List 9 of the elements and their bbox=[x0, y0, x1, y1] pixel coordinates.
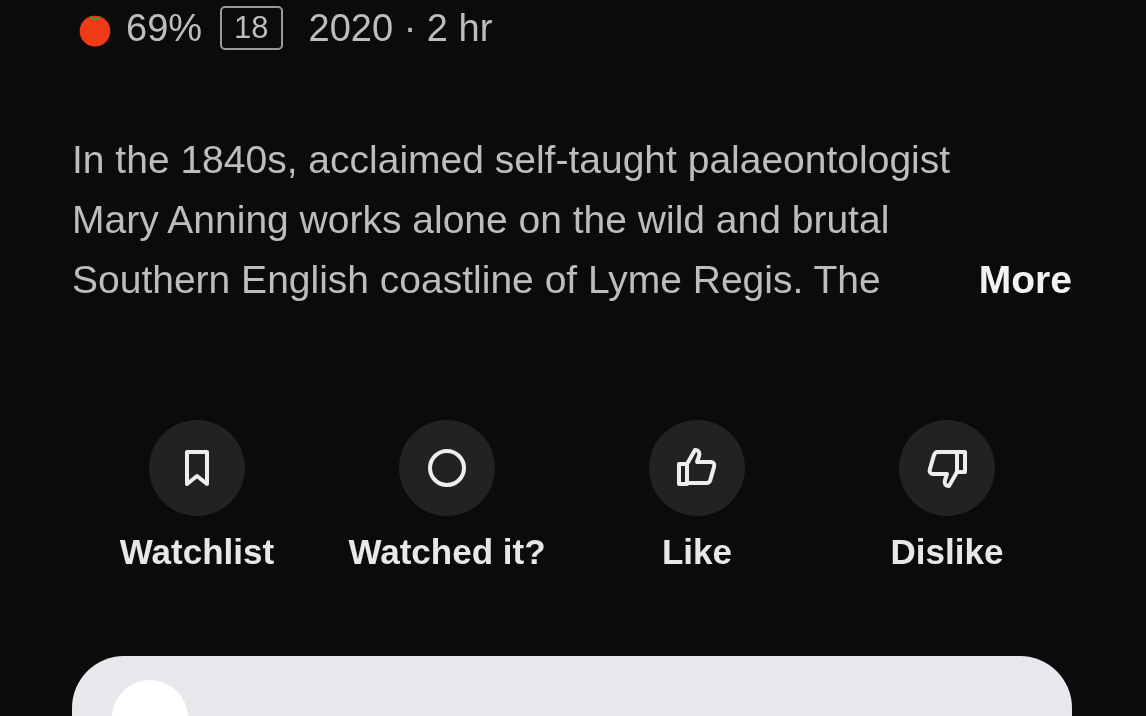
description: In the 1840s, acclaimed self-taught palaeontologist Mary Anning works alone on the wild and brutal Southern English coastline of Lyme Regis. The bbox=[72, 137, 952, 303]
score: 69% bbox=[126, 6, 203, 50]
like-button[interactable]: Like bbox=[572, 420, 822, 572]
year-runtime: 2020 · 2 hr bbox=[308, 6, 493, 50]
more-link[interactable]: More bbox=[978, 254, 1072, 306]
dislike-button[interactable]: Dislike bbox=[822, 420, 1072, 572]
watched-button[interactable]: Watched it? bbox=[322, 420, 572, 572]
watchlist-button[interactable]: Watchlist bbox=[72, 420, 322, 572]
age-rating: 18 bbox=[220, 6, 283, 50]
